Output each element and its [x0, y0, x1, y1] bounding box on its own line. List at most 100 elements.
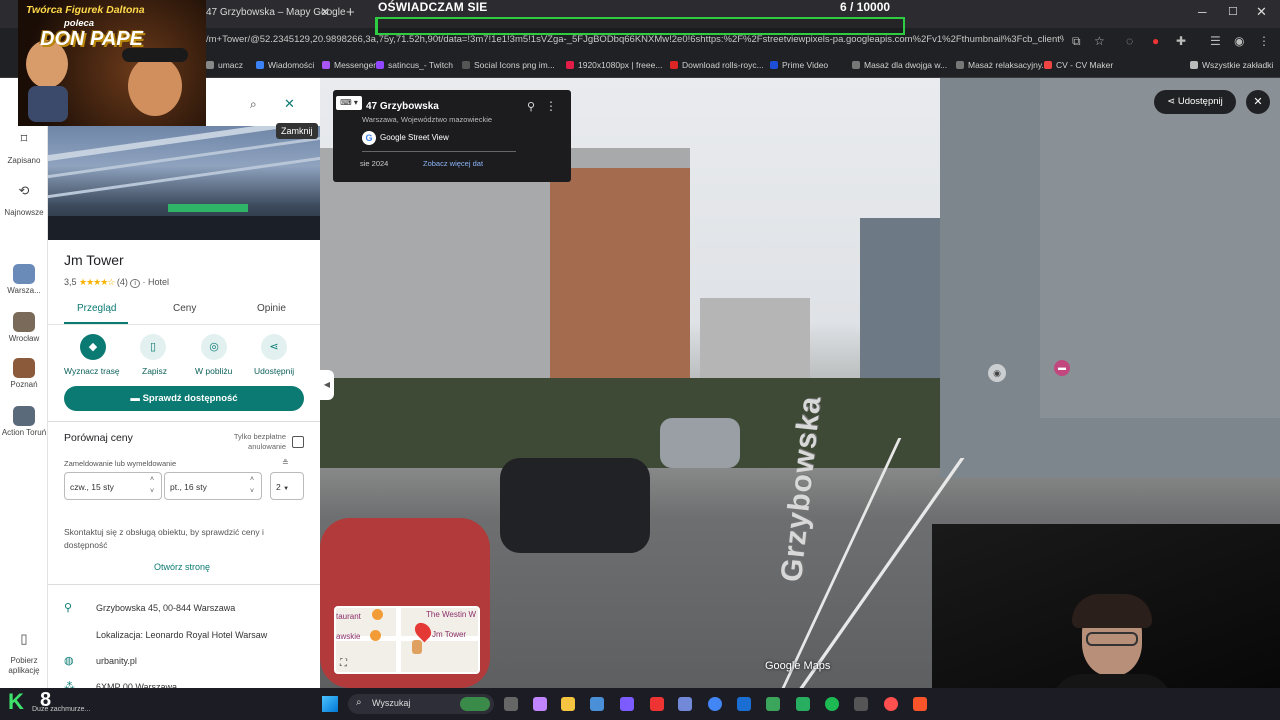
bookmark-item[interactable]: 1920x1080px | freee...	[566, 60, 662, 70]
rail-label[interactable]: Warsza...	[0, 286, 48, 296]
discord-icon[interactable]	[678, 697, 692, 711]
weather-text[interactable]: Duże zachmurze...	[32, 706, 90, 713]
file-explorer-icon[interactable]	[561, 697, 575, 711]
windows-start-icon[interactable]	[322, 696, 338, 712]
settings-icon[interactable]	[854, 697, 868, 711]
tab-overview[interactable]: Przegląd	[77, 303, 116, 314]
checkout-field[interactable]: pt., 16 sty	[164, 472, 262, 500]
bookmark-item[interactable]: Download rolls-royc...	[670, 60, 764, 70]
directions-icon[interactable]: ◆	[80, 334, 106, 360]
keyboard-icon[interactable]: ⌨ ▾	[336, 96, 362, 110]
bookmark-item[interactable]: umacz	[206, 60, 243, 70]
puzzle-icon[interactable]: ✚	[1176, 34, 1186, 48]
spotify-icon[interactable]	[825, 697, 839, 711]
rail-label[interactable]: Action Toruń	[0, 428, 48, 438]
review-count[interactable]: (4)	[117, 277, 128, 287]
bookmark-item[interactable]: Prime Video	[770, 60, 828, 70]
star-icon[interactable]: ☆	[1094, 34, 1105, 48]
recent-place-thumbnail[interactable]	[13, 406, 35, 426]
recent-place-thumbnail[interactable]	[13, 264, 35, 284]
bookmark-item[interactable]: Masaż dla dwojga w...	[852, 60, 947, 70]
history-icon[interactable]: ⟲	[0, 184, 48, 197]
more-options-icon[interactable]: ⋮	[545, 99, 557, 113]
bookmark-item[interactable]: Wszystkie zakładki	[1190, 60, 1273, 70]
more-dates-link[interactable]: Zobacz więcej dat	[423, 159, 483, 168]
url-field[interactable]: /m+Tower/@52.2345129,20.9898266,3a,75y,7…	[206, 34, 1064, 52]
xbox-icon[interactable]	[766, 697, 780, 711]
bookmark-item[interactable]: Masaż relaksacyjny...	[956, 60, 1049, 70]
tab-close-icon[interactable]: ✕	[320, 5, 330, 19]
recent-place-thumbnail[interactable]	[13, 312, 35, 332]
guests-select[interactable]: 2 ▼	[270, 472, 304, 500]
extension-icon[interactable]: ◌	[1126, 34, 1133, 48]
rail-label[interactable]: Najnowsze	[0, 208, 48, 218]
phone-icon[interactable]: ▯	[0, 632, 48, 645]
recent-place-thumbnail[interactable]	[13, 358, 35, 378]
save-icon[interactable]: ▯	[140, 334, 166, 360]
window-close-icon[interactable]: ✕	[1256, 4, 1267, 20]
directions-button[interactable]: Wyznacz trasę	[64, 366, 120, 376]
close-streetview-icon[interactable]: ✕	[1246, 90, 1270, 114]
profile-icon[interactable]: ◉	[1234, 34, 1244, 48]
located-in-text[interactable]: Lokalizacja: Leonardo Royal Hotel Warsaw	[96, 630, 267, 640]
rail-label[interactable]: Pobierz aplikację	[0, 656, 48, 676]
poi-marker-icon[interactable]: ◉	[988, 364, 1006, 382]
bookmark-item[interactable]: CV - CV Maker	[1044, 60, 1113, 70]
bookmark-label: Download rolls-royc...	[682, 60, 764, 70]
nearby-button[interactable]: W pobliżu	[195, 366, 232, 376]
search-box[interactable]: ⌕ ✕	[206, 90, 306, 120]
menu-dots-icon[interactable]: ⋮	[1258, 34, 1270, 48]
checkin-field[interactable]: czw., 15 sty	[64, 472, 162, 500]
tab-reviews[interactable]: Opinie	[257, 303, 286, 314]
chrome-icon[interactable]	[708, 697, 722, 711]
share-icon[interactable]: ⋖	[261, 334, 287, 360]
nearby-icon[interactable]: ◎	[201, 334, 227, 360]
app-l-icon[interactable]	[650, 697, 664, 711]
expand-icon[interactable]: ⛶	[340, 658, 347, 669]
install-icon[interactable]: ⧉	[1072, 34, 1081, 49]
rail-label[interactable]: Zapisano	[0, 156, 48, 166]
bookmark-item[interactable]: Social Icons png im...	[462, 60, 555, 70]
share-button[interactable]: Udostępnij	[254, 366, 294, 376]
info-icon[interactable]: i	[130, 279, 140, 288]
free-cancel-checkbox[interactable]	[292, 436, 304, 448]
bookmark-item[interactable]: Messenger	[322, 60, 376, 70]
close-search-icon[interactable]: ✕	[284, 96, 295, 112]
open-website-link[interactable]: Otwórz stronę	[154, 562, 210, 572]
minimap[interactable]: taurant The Westin W awskie Jm Tower ⛶	[334, 606, 480, 674]
task-view-icon[interactable]	[504, 697, 518, 711]
website-link[interactable]: urbanity.pl	[96, 656, 137, 666]
share-streetview-button[interactable]: ⋖ Udostępnij	[1154, 90, 1236, 114]
store-icon[interactable]	[590, 697, 604, 711]
checkin-stepper-icon[interactable]: ˄ ˅	[150, 474, 154, 498]
address-text[interactable]: Grzybowska 45, 00-844 Warszawa	[96, 603, 235, 613]
pin-icon[interactable]: ⚲	[527, 100, 535, 113]
bookmark-icon[interactable]: ⌑	[0, 132, 48, 145]
rail-label[interactable]: Poznań	[0, 380, 48, 390]
minimize-icon[interactable]: ─	[1198, 5, 1207, 19]
new-tab-icon[interactable]: +	[346, 4, 355, 21]
place-photo[interactable]	[48, 126, 320, 240]
bookmark-item[interactable]: satincus_- Twitch	[376, 60, 453, 70]
bookmark-favicon-icon	[670, 61, 678, 69]
extension-red-icon[interactable]: ●	[1152, 34, 1159, 48]
hotel-marker-icon[interactable]: ▬	[1054, 360, 1070, 376]
vpn-icon[interactable]	[620, 697, 634, 711]
search-icon[interactable]: ⌕	[250, 97, 257, 112]
bookmark-item[interactable]: Wiadomości	[256, 60, 314, 70]
wallpaper-icon[interactable]	[460, 697, 490, 711]
tab-prices[interactable]: Ceny	[173, 303, 196, 314]
brave-icon[interactable]	[913, 697, 927, 711]
rail-label[interactable]: Wrocław	[0, 334, 48, 344]
maximize-icon[interactable]: ☐	[1228, 5, 1238, 18]
opera-icon[interactable]	[884, 697, 898, 711]
steam-icon[interactable]	[737, 697, 751, 711]
minecraft-icon[interactable]	[796, 697, 810, 711]
checkout-stepper-icon[interactable]: ˄ ˅	[250, 474, 254, 498]
media-icon[interactable]: ☰	[1210, 34, 1221, 48]
check-availability-button[interactable]: ▬ Sprawdź dostępność	[64, 386, 304, 411]
bookmark-label: Masaż dla dwojga w...	[864, 60, 948, 70]
save-button[interactable]: Zapisz	[142, 366, 167, 376]
copilot-icon[interactable]	[533, 697, 547, 711]
collapse-panel-icon[interactable]: ◀	[320, 370, 334, 400]
